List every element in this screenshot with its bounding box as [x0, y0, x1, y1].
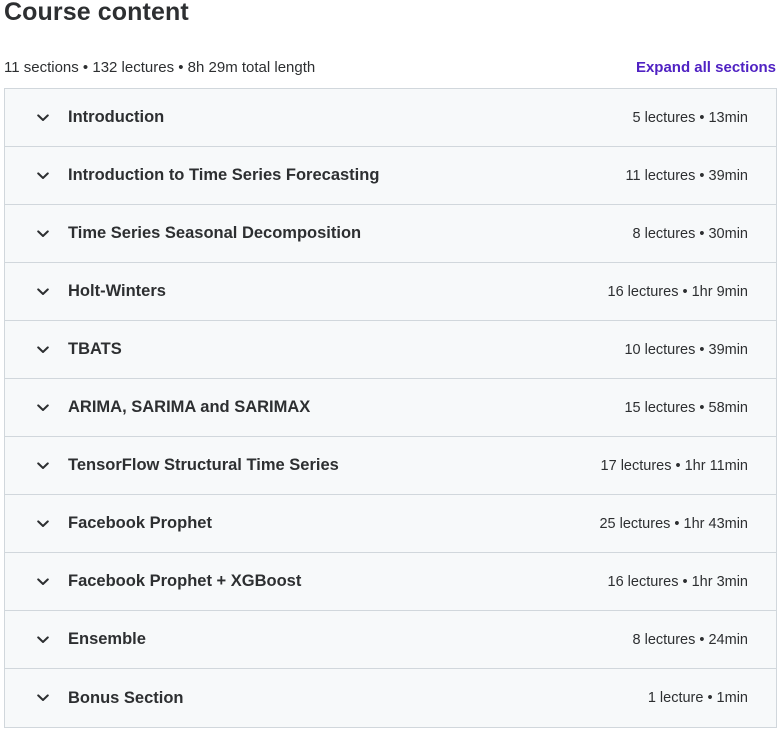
chevron-down-icon [35, 458, 51, 474]
chevron-down-icon [35, 284, 51, 300]
section-row[interactable]: Time Series Seasonal Decomposition 8 lect… [5, 205, 776, 263]
section-row[interactable]: Bonus Section 1 lecture • 1min [5, 669, 776, 727]
section-row[interactable]: Facebook Prophet 25 lectures • 1hr 43min [5, 495, 776, 553]
section-row[interactable]: Introduction 5 lectures • 13min [5, 89, 776, 147]
section-title: Ensemble [68, 630, 146, 648]
chevron-down-icon [35, 690, 51, 706]
chevron-down-icon [35, 632, 51, 648]
chevron-down-icon [35, 400, 51, 416]
chevron-down-icon [35, 226, 51, 242]
page-title: Course content [4, 0, 189, 26]
section-row[interactable]: Facebook Prophet + XGBoost 16 lectures • … [5, 553, 776, 611]
section-lecture-count: 1 lecture • 1min [647, 690, 748, 706]
chevron-down-icon [35, 342, 51, 358]
course-summary-row: 11 sections • 132 lectures • 8h 29m tota… [4, 56, 776, 78]
section-lecture-count: 16 lectures • 1hr 9min [607, 283, 748, 300]
section-lecture-count: 8 lectures • 24min [632, 631, 749, 648]
section-title: TBATS [68, 340, 122, 358]
section-row[interactable]: TBATS 10 lectures • 39min [5, 321, 776, 379]
section-lecture-count: 11 lectures • 39min [625, 167, 748, 184]
section-lecture-count: 5 lectures • 13min [632, 109, 749, 126]
section-lecture-count: 10 lectures • 39min [624, 341, 748, 358]
section-title: ARIMA, SARIMA and SARIMAX [68, 398, 311, 416]
section-title: Introduction [68, 108, 165, 126]
section-row[interactable]: ARIMA, SARIMA and SARIMAX 15 lectures • 5… [5, 379, 776, 437]
chevron-down-icon [35, 168, 51, 184]
chevron-down-icon [35, 516, 51, 532]
section-title: Facebook Prophet [68, 514, 212, 532]
section-title: Holt-Winters [68, 282, 166, 300]
course-summary: 11 sections • 132 lectures • 8h 29m tota… [4, 58, 316, 76]
section-row[interactable]: TensorFlow Structural Time Series 17 lect… [5, 437, 776, 495]
section-title: Bonus Section [68, 688, 184, 707]
expand-all-sections-button[interactable]: Expand all sections [636, 59, 776, 76]
section-lecture-count: 16 lectures • 1hr 3min [607, 573, 748, 590]
section-lecture-count: 15 lectures • 58min [624, 399, 748, 416]
section-row[interactable]: Introduction to Time Series Forecasting 1… [5, 147, 776, 205]
section-title: Facebook Prophet + XGBoost [68, 572, 302, 590]
section-title: Introduction to Time Series Forecasting [68, 166, 380, 184]
section-lecture-count: 17 lectures • 1hr 11min [600, 457, 748, 474]
section-row[interactable]: Ensemble 8 lectures • 24min [5, 611, 776, 669]
section-title: Time Series Seasonal Decomposition [68, 224, 362, 242]
chevron-down-icon [35, 110, 51, 126]
sections-list: Introduction 5 lectures • 13min Introducti… [4, 88, 777, 728]
chevron-down-icon [35, 574, 51, 590]
section-lecture-count: 25 lectures • 1hr 43min [599, 515, 748, 532]
section-row[interactable]: Holt-Winters 16 lectures • 1hr 9min [5, 263, 776, 321]
section-title: TensorFlow Structural Time Series [68, 456, 339, 474]
section-lecture-count: 8 lectures • 30min [632, 225, 749, 242]
